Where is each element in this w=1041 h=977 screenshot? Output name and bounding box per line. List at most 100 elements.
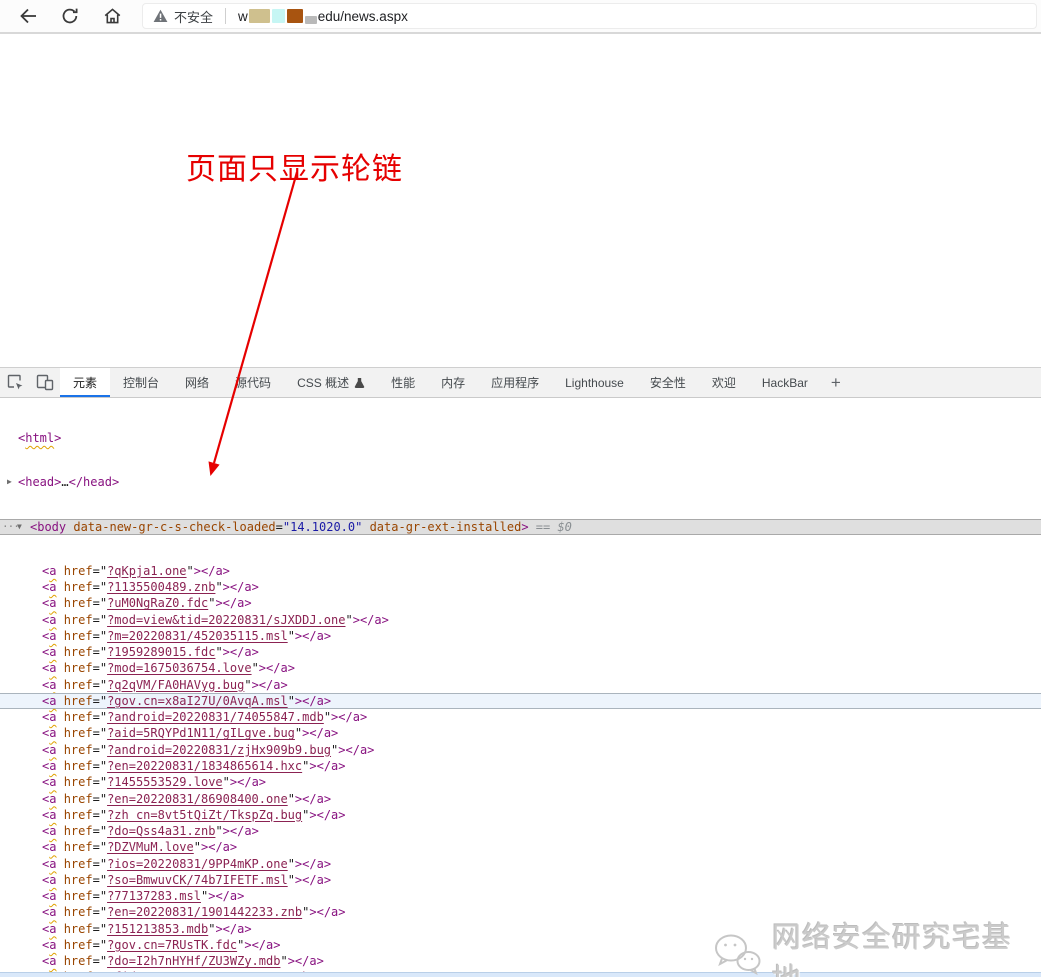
tab-strip: 元素控制台网络源代码 CSS 概述 性能 内存应用程序 Lighthouse 安全性欢迎H… (60, 368, 821, 397)
device-toolbar-button[interactable] (30, 368, 60, 397)
dom-node-anchor[interactable]: <a href="?aid=5RQYPd1N11/gILgve.bug"></a… (0, 725, 1041, 741)
dom-node-anchor[interactable]: <a href="?mod=1675036754.love"></a> (0, 660, 1041, 676)
dom-node-anchor[interactable]: <a href="?en=20220831/1901442233.znb"></… (0, 904, 1041, 920)
url-text: wedu/news.aspx (238, 8, 408, 24)
code-token: ></a> (288, 954, 324, 968)
code-token (56, 905, 63, 919)
inspect-element-button[interactable] (0, 368, 30, 397)
refresh-icon (61, 7, 79, 25)
code-token: ></a> (201, 840, 237, 854)
tab-应用程序[interactable]: 应用程序 (478, 368, 552, 397)
tab-性能[interactable]: 性能 (378, 368, 428, 397)
href-link: ?aid=5RQYPd1N11/gILgve.bug (107, 726, 295, 740)
code-token: " (280, 954, 287, 968)
tab-Lighthouse[interactable]: Lighthouse (552, 368, 637, 397)
dom-node-anchor[interactable]: <a href="?so=BmwuvCK/74b7IFETF.msl"></a> (0, 872, 1041, 888)
dom-tree: <html> ▶<head>…</head> ···▼<body data-ne… (0, 398, 1041, 977)
code-token: " (252, 661, 259, 675)
partial-row-highlight (0, 972, 1041, 977)
tab-控制台[interactable]: 控制台 (110, 368, 172, 397)
dom-node-anchor[interactable]: <a href="?1455553529.love"></a> (0, 774, 1041, 790)
tab-label: CSS 概述 (297, 374, 349, 391)
dom-node-anchor[interactable]: <a href="?qKpja1.one"></a> (0, 563, 1041, 579)
dom-node-anchor[interactable]: <a href="?en=20220831/1834865614.hxc"></… (0, 758, 1041, 774)
tab-安全性[interactable]: 安全性 (637, 368, 699, 397)
code-token (56, 661, 63, 675)
code-token: " (215, 645, 222, 659)
code-token: =" (93, 726, 107, 740)
code-token: =" (93, 840, 107, 854)
attr-name: href (64, 922, 93, 936)
more-tabs-button[interactable]: + (821, 368, 851, 397)
dom-node-anchor[interactable]: <a href="?android=20220831/zjHx909b9.bug… (0, 742, 1041, 758)
dom-node-anchor[interactable]: <a href="?gov.cn=7RUsTK.fdc"></a> (0, 937, 1041, 953)
dom-node-anchor[interactable]: <a href="?uM0NgRaZ0.fdc"></a> (0, 595, 1041, 611)
dom-node-anchor[interactable]: <a href="?do=I2h7nHYHf/ZU3WZy.mdb"></a> (0, 953, 1041, 969)
expanded-triangle-icon[interactable]: ▼ (17, 519, 22, 535)
tab-HackBar[interactable]: HackBar (749, 368, 821, 397)
href-link: ?zh_cn=8vt5tQiZt/TkspZq.bug (107, 808, 302, 822)
code-token (56, 743, 63, 757)
dom-node-head[interactable]: ▶<head>…</head> (0, 474, 1041, 490)
dom-node-html[interactable]: <html> (0, 430, 1041, 446)
tab-label: 性能 (391, 374, 415, 391)
tab-网络[interactable]: 网络 (172, 368, 222, 397)
address-bar[interactable]: 不安全 wedu/news.aspx (142, 3, 1037, 29)
code-token: " (215, 824, 222, 838)
dom-node-anchor[interactable]: <a href="?android=20220831/74055847.mdb"… (0, 709, 1041, 725)
tab-元素[interactable]: 元素 (60, 368, 110, 397)
dom-node-anchor[interactable]: <a href="?1135500489.znb"></a> (0, 579, 1041, 595)
code-token: ></a> (223, 645, 259, 659)
code-token: ></a> (244, 938, 280, 952)
code-token: " (288, 873, 295, 887)
dom-node-anchor[interactable]: <a href="?1959289015.fdc"></a> (0, 644, 1041, 660)
dom-node-anchor[interactable]: <a href="?151213853.mdb"></a> (0, 921, 1041, 937)
href-link: ?151213853.mdb (107, 922, 208, 936)
attr-name: href (64, 905, 93, 919)
attr-name: href (64, 938, 93, 952)
tab-欢迎[interactable]: 欢迎 (699, 368, 749, 397)
tab-内存[interactable]: 内存 (428, 368, 478, 397)
href-link: ?en=20220831/86908400.one (107, 792, 288, 806)
dom-node-anchor[interactable]: <a href="?DZVMuM.love"></a> (0, 839, 1041, 855)
code-token: ></a> (309, 759, 345, 773)
dom-node-anchor[interactable]: <a href="?do=Qss4a31.znb"></a> (0, 823, 1041, 839)
code-token: =" (93, 564, 107, 578)
code-token: " (194, 840, 201, 854)
code-token: ></a> (194, 564, 230, 578)
code-token: =" (93, 661, 107, 675)
dom-node-anchor[interactable]: <a href="?en=20220831/86908400.one"></a> (0, 791, 1041, 807)
tab-label: 内存 (441, 374, 465, 391)
back-button[interactable] (14, 2, 42, 30)
dom-node-body-selected[interactable]: ···▼<body data-new-gr-c-s-check-loaded="… (0, 519, 1041, 535)
tab-CSS 概述[interactable]: CSS 概述 (284, 368, 378, 397)
refresh-button[interactable] (56, 2, 84, 30)
code-token: =" (93, 743, 107, 757)
code-token (56, 922, 63, 936)
code-token: " (187, 564, 194, 578)
dom-node-anchor[interactable]: <a href="?77137283.msl"></a> (0, 888, 1041, 904)
code-token: " (215, 580, 222, 594)
code-token (56, 857, 63, 871)
home-button[interactable] (98, 2, 126, 30)
code-token: =" (93, 629, 107, 643)
tab-源代码[interactable]: 源代码 (222, 368, 284, 397)
code-token: ></a> (215, 922, 251, 936)
dom-node-anchor[interactable]: <a href="?zh_cn=8vt5tQiZt/TkspZq.bug"></… (0, 807, 1041, 823)
href-link: ?q2qVM/FA0HAVyg.bug (107, 678, 244, 692)
dom-node-anchor[interactable]: <a href="?gov.cn=x8aI27U/0AvqA.msl"></a> (0, 693, 1041, 709)
attr-name: href (64, 873, 93, 887)
attr-name: href (64, 889, 93, 903)
dom-node-anchor[interactable]: <a href="?mod=view&tid=20220831/sJXDDJ.o… (0, 612, 1041, 628)
href-link: ?1455553529.love (107, 775, 223, 789)
code-token (56, 678, 63, 692)
code-token (56, 645, 63, 659)
code-token: =" (93, 613, 107, 627)
dom-node-anchor[interactable]: <a href="?q2qVM/FA0HAVyg.bug"></a> (0, 677, 1041, 693)
collapsed-triangle-icon[interactable]: ▶ (7, 474, 12, 490)
dom-node-anchor[interactable]: <a href="?ios=20220831/9PP4mKP.one"></a> (0, 856, 1041, 872)
code-token: ></a> (215, 596, 251, 610)
tab-label: Lighthouse (565, 376, 624, 390)
dom-node-anchor[interactable]: <a href="?m=20220831/452035115.msl"></a> (0, 628, 1041, 644)
href-link: ?en=20220831/1834865614.hxc (107, 759, 302, 773)
